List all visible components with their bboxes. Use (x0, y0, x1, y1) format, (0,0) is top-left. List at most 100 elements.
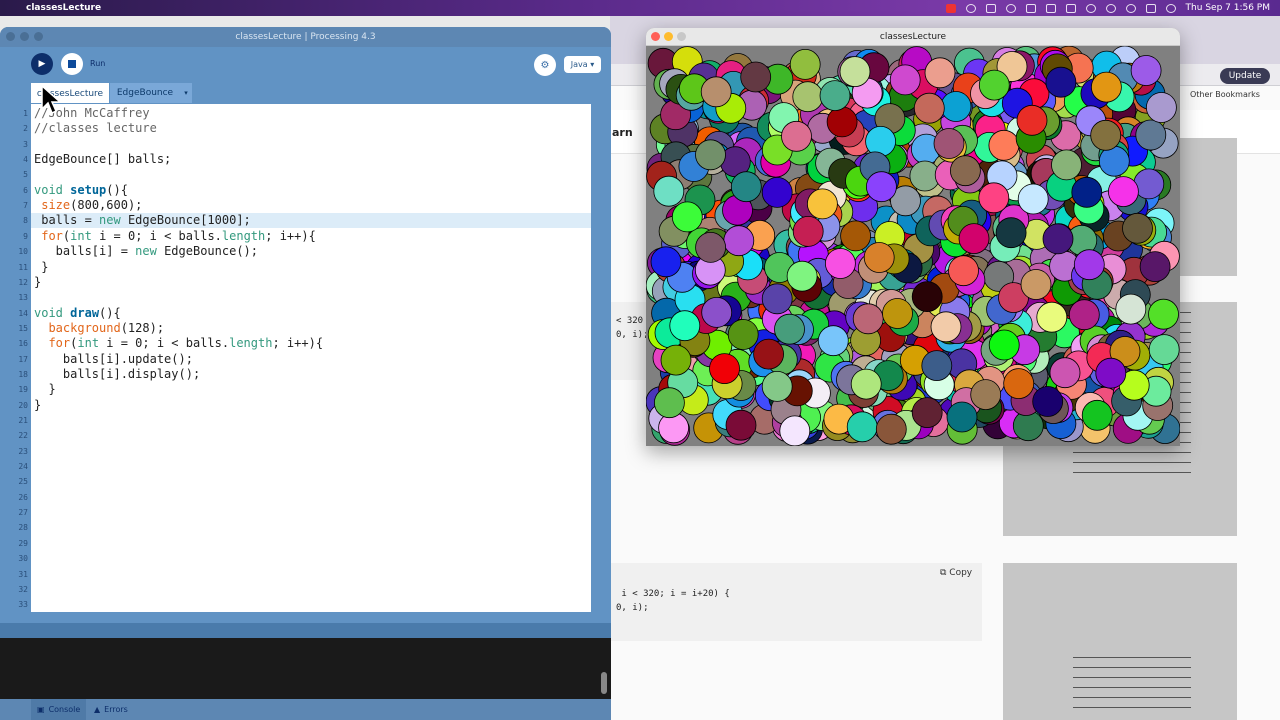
ball (875, 413, 907, 445)
code-text: } (34, 259, 49, 274)
other-bookmarks[interactable]: Other Bookmarks (1190, 90, 1260, 99)
code-text: void draw(){ (34, 305, 121, 320)
play-icon[interactable] (1085, 3, 1096, 13)
web-nav-link[interactable]: arn (612, 126, 633, 139)
code-text: void setup(){ (34, 182, 128, 197)
code-line[interactable]: for(int i = 0; i < balls.length; i++){ (31, 336, 591, 351)
code-line[interactable]: size(800,600); (31, 198, 591, 213)
ball (1042, 223, 1074, 255)
code-line[interactable] (31, 459, 591, 474)
code-line[interactable]: balls[i] = new EdgeBounce(); (31, 244, 591, 259)
sketch-canvas[interactable] (646, 46, 1180, 446)
ball (1139, 251, 1171, 283)
ball (1068, 299, 1100, 331)
line-number: 25 (18, 477, 28, 487)
code-line[interactable] (31, 474, 591, 489)
code-line[interactable] (31, 290, 591, 305)
code-line[interactable] (31, 597, 591, 612)
line-number: 27 (18, 508, 28, 518)
code-line[interactable]: balls = new EdgeBounce[1000]; (31, 213, 591, 229)
code-text: } (34, 382, 56, 397)
minimize-window-icon[interactable] (664, 32, 673, 41)
errors-tab[interactable]: ▲ Errors (88, 699, 134, 720)
siri-icon[interactable] (1165, 3, 1176, 13)
code-line[interactable] (31, 444, 591, 459)
line-number: 2 (23, 124, 28, 134)
code-editor[interactable]: //John McCaffrey//classes lecture EdgeBou… (31, 104, 591, 612)
code-line[interactable]: } (31, 260, 591, 275)
code-line[interactable]: } (31, 382, 591, 397)
line-number: 1 (23, 109, 28, 118)
ball (852, 303, 884, 335)
close-window-icon[interactable] (651, 32, 660, 41)
screen-icon[interactable] (985, 3, 996, 13)
code-line[interactable] (31, 490, 591, 505)
browser-update-button[interactable]: Update (1220, 68, 1270, 84)
code-line[interactable] (31, 505, 591, 520)
code-line[interactable] (31, 536, 591, 551)
code-line[interactable]: void setup(){ (31, 183, 591, 198)
line-number: 10 (18, 247, 28, 257)
spotlight-search-icon[interactable] (1125, 3, 1136, 13)
zoom-window-icon[interactable] (677, 32, 686, 41)
code-line[interactable] (31, 137, 591, 152)
ball (911, 397, 943, 429)
line-number: 17 (18, 354, 28, 364)
code-line[interactable] (31, 428, 591, 443)
console-scrollbar[interactable] (601, 672, 607, 694)
code-line[interactable] (31, 413, 591, 428)
close-window-icon[interactable] (6, 32, 15, 41)
record-icon[interactable] (945, 3, 956, 13)
control-center-icon[interactable] (1145, 3, 1156, 13)
tab-edge-bounce[interactable]: EdgeBounce (110, 83, 180, 103)
ball (660, 344, 692, 376)
code-line[interactable]: //John McCaffrey (31, 106, 591, 121)
tab-menu-button[interactable]: ▾ (180, 83, 192, 103)
code-line[interactable]: //classes lecture (31, 121, 591, 136)
line-number: 3 (23, 139, 28, 149)
zoom-window-icon[interactable] (34, 32, 43, 41)
code-line[interactable]: void draw(){ (31, 306, 591, 321)
bluetooth-icon[interactable] (1045, 3, 1056, 13)
ball (725, 409, 757, 441)
line-number: 32 (18, 584, 28, 594)
code-line[interactable]: balls[i].display(); (31, 367, 591, 382)
mode-selector[interactable]: Java ▾ (564, 56, 601, 73)
line-number: 19 (18, 385, 28, 395)
ball (806, 188, 838, 220)
stop-button[interactable] (61, 53, 83, 75)
debug-button[interactable]: ⚙ (534, 54, 556, 76)
copy-code-button[interactable]: ⧉ Copy (940, 568, 972, 578)
menu-clock[interactable]: Thu Sep 7 1:56 PM (1186, 3, 1270, 13)
ball (695, 139, 726, 171)
console-output[interactable] (0, 638, 611, 699)
code-line[interactable]: } (31, 398, 591, 413)
ball (1095, 357, 1127, 389)
code-line[interactable]: } (31, 275, 591, 290)
volume-icon[interactable] (1065, 3, 1076, 13)
ball (930, 311, 962, 343)
user-icon[interactable] (1005, 3, 1016, 13)
code-line[interactable] (31, 520, 591, 535)
active-app-name[interactable]: classesLecture (26, 3, 101, 13)
minimize-window-icon[interactable] (20, 32, 29, 41)
run-button[interactable]: ▶ (31, 53, 53, 75)
code-line[interactable] (31, 567, 591, 582)
code-line[interactable] (31, 582, 591, 597)
code-line[interactable]: for(int i = 0; i < balls.length; i++){ (31, 229, 591, 244)
code-line[interactable]: EdgeBounce[] balls; (31, 152, 591, 167)
stop-icon (68, 60, 76, 68)
code-line[interactable] (31, 167, 591, 182)
wifi-icon[interactable] (1105, 3, 1116, 13)
display-icon[interactable] (1025, 3, 1036, 13)
console-tab[interactable]: ▣ Console (31, 699, 87, 720)
ball (1017, 183, 1049, 215)
code-line[interactable]: background(128); (31, 321, 591, 336)
cc-icon[interactable] (965, 3, 976, 13)
code-line[interactable]: balls[i].update(); (31, 352, 591, 367)
code-line[interactable] (31, 551, 591, 566)
code-text: //classes lecture (34, 121, 157, 136)
line-number: 11 (18, 262, 28, 272)
